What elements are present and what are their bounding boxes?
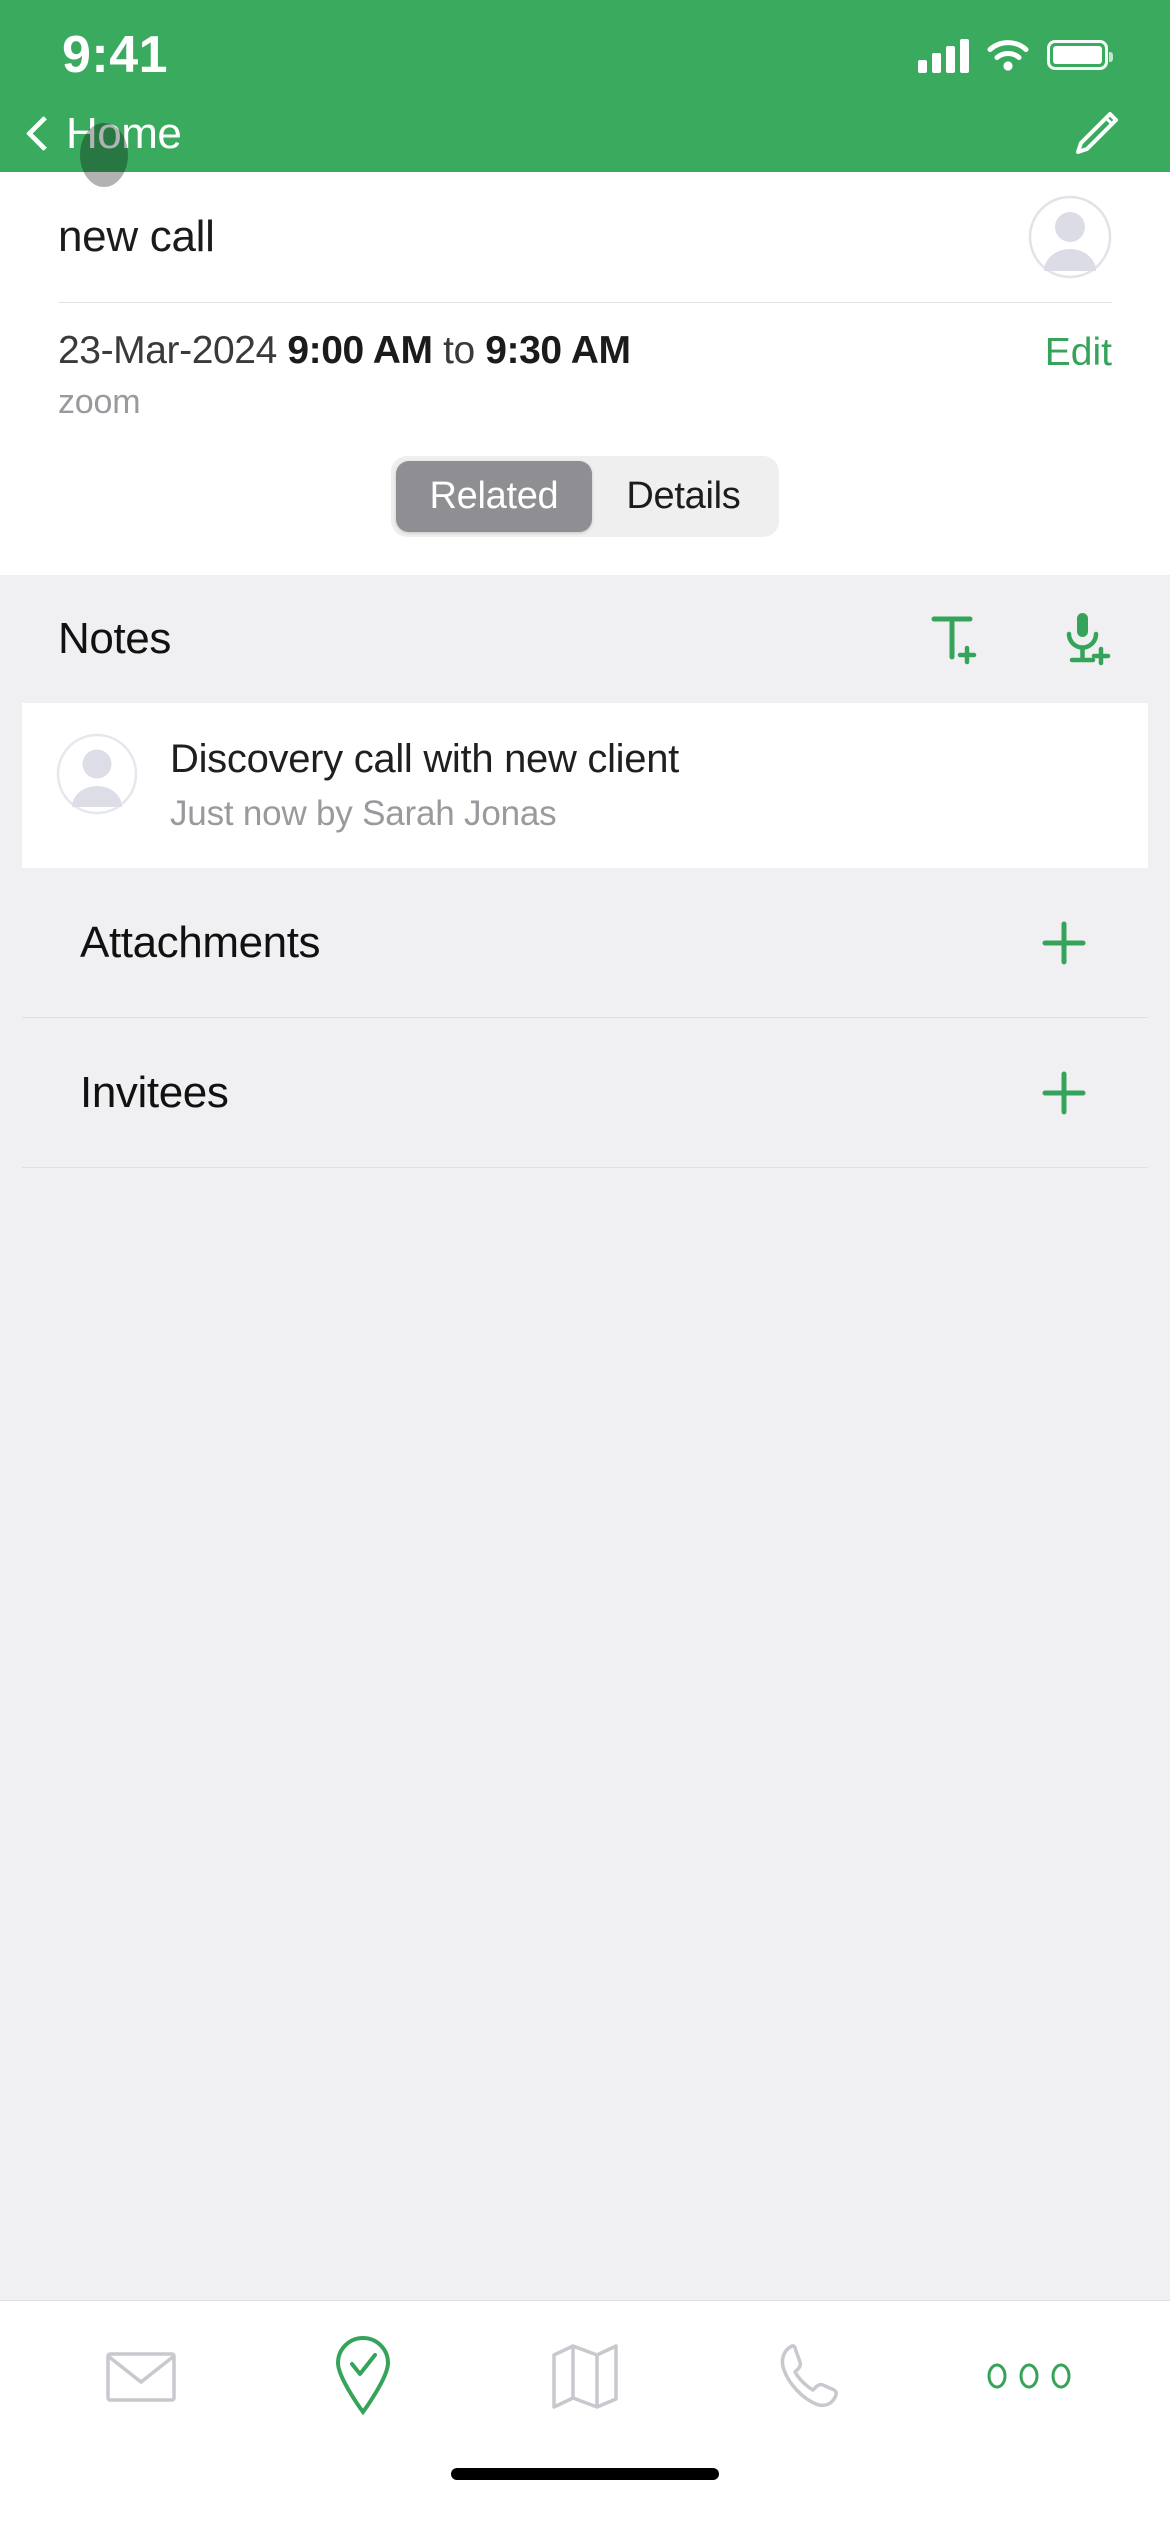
status-bar: 9:41: [0, 0, 1170, 96]
more-dots-icon: [987, 2363, 1071, 2388]
envelope-icon: [106, 2351, 176, 2402]
time-separator: to: [443, 329, 475, 372]
tab-calls[interactable]: [752, 2331, 862, 2421]
nav-bar: Home: [0, 96, 1170, 187]
meeting-location: zoom: [58, 383, 141, 421]
note-title: Discovery call with new client: [170, 737, 679, 781]
bottom-tab-bar: [0, 2300, 1170, 2450]
segmented-control-wrap: Related Details: [58, 422, 1112, 575]
home-indicator-bar[interactable]: [451, 2468, 719, 2480]
back-button[interactable]: Home: [22, 109, 182, 187]
tab-more[interactable]: [974, 2331, 1084, 2421]
invitees-label: Invitees: [80, 1067, 229, 1117]
chevron-left-icon: [22, 117, 56, 151]
tab-details[interactable]: Details: [592, 461, 774, 532]
empty-space: [0, 1168, 1170, 2300]
tab-map[interactable]: [530, 2331, 640, 2421]
datetime-text-group: 23-Mar-2024 9:00 AM to 9:30 AM zoom: [58, 329, 631, 422]
add-text-note-button[interactable]: [928, 610, 982, 668]
meeting-start-time: 9:00 AM: [287, 329, 433, 372]
battery-icon: [1047, 40, 1113, 70]
segmented-control[interactable]: Related Details: [390, 456, 780, 537]
meeting-datetime-row: 23-Mar-2024 9:00 AM to 9:30 AM zoom Edit: [58, 303, 1112, 422]
notes-section-actions: [928, 610, 1112, 668]
location-pin-check-icon: [335, 2335, 391, 2415]
phone-icon: [780, 2343, 838, 2407]
invitees-row[interactable]: Invitees: [22, 1018, 1148, 1168]
add-voice-note-button[interactable]: [1058, 610, 1112, 668]
note-meta: Just now by Sarah Jonas: [170, 794, 557, 833]
signal-bars-icon: [918, 37, 969, 73]
meeting-date: 23-Mar-2024: [58, 329, 277, 372]
person-avatar-icon[interactable]: [1028, 195, 1112, 279]
pencil-icon[interactable]: [1070, 108, 1122, 160]
plus-icon[interactable]: [1038, 917, 1090, 969]
attachments-row[interactable]: Attachments: [22, 868, 1148, 1018]
status-bar-time: 9:41: [62, 26, 169, 84]
plus-icon[interactable]: [1038, 1067, 1090, 1119]
notes-section-title: Notes: [58, 614, 171, 663]
map-icon: [552, 2343, 618, 2409]
note-text-group: Discovery call with new client Just now …: [170, 733, 679, 834]
meeting-title-row: new call: [58, 172, 1112, 302]
tab-activities[interactable]: [308, 2331, 418, 2421]
meeting-summary-card: new call 23-Mar-2024 9:00 AM to 9:30 AM …: [0, 172, 1170, 575]
green-header: 9:41 Home: [0, 0, 1170, 187]
tab-mail[interactable]: [86, 2331, 196, 2421]
text-plus-icon: [931, 616, 977, 665]
home-indicator-area: [0, 2450, 1170, 2532]
wifi-icon: [987, 40, 1029, 71]
microphone-plus-icon: [1066, 613, 1111, 666]
notes-section-header: Notes: [0, 575, 1170, 703]
meeting-schedule: 23-Mar-2024 9:00 AM to 9:30 AM: [58, 329, 631, 373]
note-list-item[interactable]: Discovery call with new client Just now …: [22, 703, 1148, 868]
attachments-label: Attachments: [80, 917, 321, 967]
status-bar-indicators: [918, 37, 1113, 73]
meeting-end-time: 9:30 AM: [485, 329, 631, 372]
app-screen: 9:41 Home new call 23-Mar-2024 9:00 AM t…: [0, 0, 1170, 2532]
related-content-area: Notes Discovery call with new client Jus…: [0, 575, 1170, 2300]
edit-link[interactable]: Edit: [1045, 329, 1112, 375]
page-title: new call: [58, 212, 215, 261]
tab-related[interactable]: Related: [395, 461, 593, 532]
person-avatar-icon: [56, 733, 138, 815]
back-button-label: Home: [66, 109, 182, 158]
